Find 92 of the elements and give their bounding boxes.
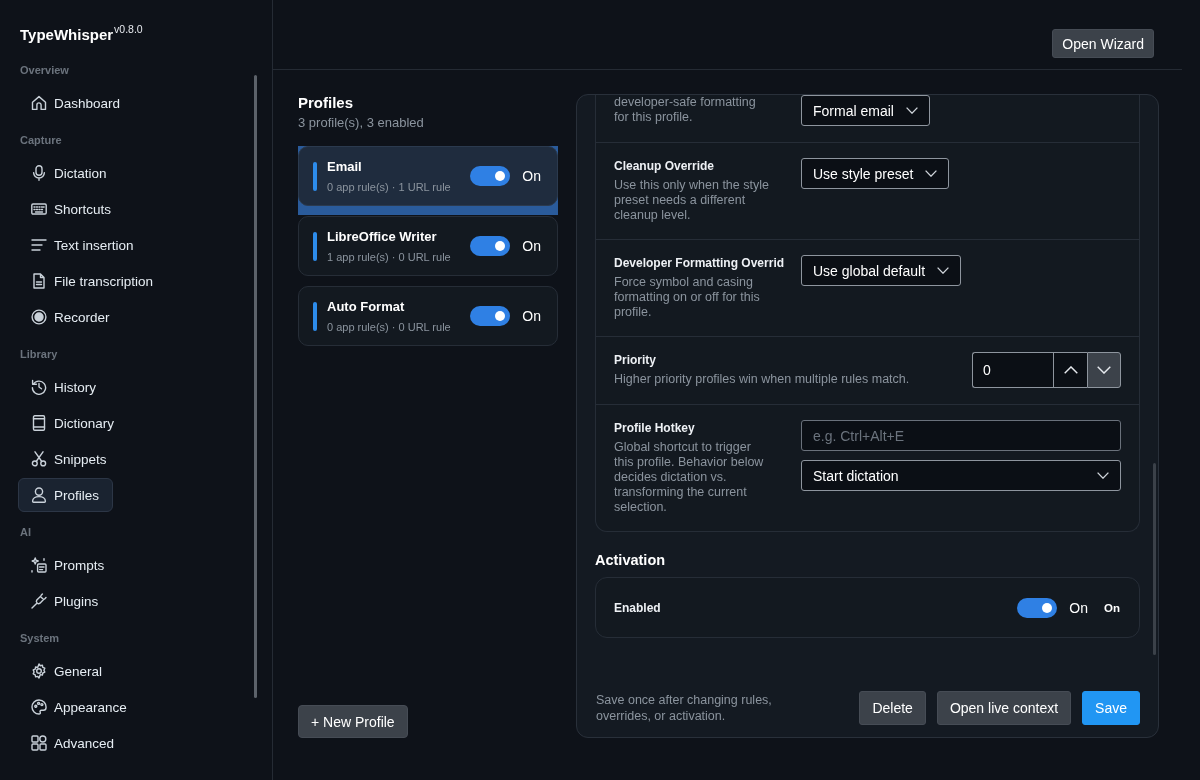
setting-description: Use this only when the style preset needs a different cleanup level. <box>614 178 770 223</box>
sparkle-document-icon <box>31 557 47 573</box>
section-title: Profiles <box>298 94 355 112</box>
profile-card[interactable]: LibreOffice Writer 1 app rule(s) · 0 URL rule On <box>298 216 558 276</box>
rule-summary: 0 app rule(s) · 1 URL rule <box>327 179 452 194</box>
chevron-up-icon <box>1063 366 1078 374</box>
chevron-down-icon <box>1097 366 1111 374</box>
history-icon <box>31 379 47 395</box>
document-icon <box>31 273 47 289</box>
rule-summary: 1 app rule(s) · 0 URL rule <box>327 249 452 264</box>
decrement-button[interactable] <box>1087 352 1121 388</box>
setting-label: Developer Formatting Overrid <box>614 255 786 271</box>
nav-item[interactable]: Dictation <box>18 156 121 190</box>
accent-bar <box>313 161 317 191</box>
nav-item[interactable]: Dashboard <box>18 86 135 120</box>
nav-item[interactable]: Shortcuts <box>18 192 126 226</box>
setting-label: Priority <box>614 352 657 368</box>
settings-icon <box>31 663 47 679</box>
toggle-switch[interactable] <box>470 236 511 256</box>
setting-description: Force symbol and casing formatting on or off for this profile. <box>614 275 761 320</box>
scrollbar-thumb[interactable] <box>254 75 257 698</box>
profile-name: Email <box>327 158 363 175</box>
scrollbar-thumb[interactable] <box>1153 463 1156 655</box>
nav-item[interactable]: Recorder <box>18 300 124 334</box>
setting-description: developer-safe formatting for this profile. <box>614 95 757 125</box>
section-heading: Overview <box>19 63 69 78</box>
nav-item[interactable]: Profiles <box>18 478 113 512</box>
nav-item[interactable]: File transcription <box>18 264 168 298</box>
person-icon <box>31 487 47 503</box>
dropdown[interactable]: Start dictation <box>801 460 1121 491</box>
nav-item[interactable]: Text insertion <box>18 228 148 262</box>
open-live-context-button[interactable]: Open live context <box>936 691 1072 725</box>
section-heading: Library <box>19 347 58 362</box>
nav-item[interactable]: General <box>18 654 117 688</box>
palette-icon <box>31 699 47 715</box>
footer-note: Save once after changing rules, overrides, or activation. <box>596 692 773 724</box>
scissors-icon <box>31 451 47 467</box>
dropdown[interactable]: Use style preset <box>801 158 950 189</box>
nav-item[interactable]: Appearance <box>18 690 141 724</box>
increment-button[interactable] <box>1053 352 1087 388</box>
nav-item[interactable]: Advanced <box>18 726 129 760</box>
profile-card[interactable]: Email 0 app rule(s) · 1 URL rule On <box>298 146 558 206</box>
delete-button[interactable]: Delete <box>859 691 926 725</box>
toggle-label: On <box>1069 599 1088 616</box>
profile-count: 3 profile(s), 3 enabled <box>298 115 425 131</box>
chevron-down-icon <box>1097 472 1109 479</box>
section-heading: AI <box>19 525 31 540</box>
section-title: Activation <box>595 551 666 569</box>
toggle-label: On <box>522 168 541 184</box>
setting-label: Cleanup Override <box>614 158 716 174</box>
setting-label: Profile Hotkey <box>614 420 696 436</box>
setting-description: Higher priority profiles win when multiple rules match. <box>614 372 911 387</box>
profile-name: LibreOffice Writer <box>327 228 438 245</box>
text-lines-icon <box>31 237 47 253</box>
hotkey-input[interactable]: e.g. Ctrl+Alt+E <box>801 420 1121 451</box>
number-input[interactable]: 0 <box>972 352 1053 388</box>
new-profile-button[interactable]: + New Profile <box>298 705 408 738</box>
profile-name: Auto Format <box>327 298 406 315</box>
rule-summary: 0 app rule(s) · 0 URL rule <box>327 319 452 334</box>
toggle-switch[interactable] <box>470 166 511 186</box>
toggle-switch[interactable] <box>470 306 511 326</box>
open-wizard-button[interactable]: Open Wizard <box>1052 29 1154 58</box>
nav-item[interactable]: Snippets <box>18 442 121 476</box>
chevron-down-icon <box>905 107 918 114</box>
nav-item[interactable]: History <box>18 370 110 404</box>
toggle-label: On <box>522 308 541 324</box>
accent-bar <box>313 231 317 261</box>
record-icon <box>31 309 47 325</box>
microphone-icon <box>31 165 47 181</box>
section-heading: Capture <box>19 133 62 148</box>
chevron-down-icon <box>925 170 938 177</box>
profile-card[interactable]: Auto Format 0 app rule(s) · 0 URL rule On <box>298 286 558 346</box>
nav-item[interactable]: Prompts <box>18 548 119 582</box>
app-title: TypeWhisper <box>20 26 114 44</box>
toggle-label: On <box>522 238 541 254</box>
dropdown[interactable]: Use global default <box>801 255 962 286</box>
keyboard-icon <box>31 201 47 217</box>
accent-bar <box>313 301 317 331</box>
nav-item[interactable]: Plugins <box>18 584 113 618</box>
book-icon <box>31 415 47 431</box>
status-label: On <box>1104 601 1120 614</box>
shapes-icon <box>31 735 47 751</box>
section-heading: System <box>19 631 60 646</box>
toggle-switch[interactable] <box>1017 597 1058 618</box>
setting-description: Global shortcut to trigger this profile. Behavior below decides dictation vs. transforming the current selection. <box>614 440 765 515</box>
plug-icon <box>31 593 47 609</box>
chevron-down-icon <box>937 267 950 274</box>
setting-label: Enabled <box>614 600 662 615</box>
nav-item[interactable]: Dictionary <box>18 406 129 440</box>
home-icon <box>31 95 47 111</box>
dropdown[interactable]: Formal email <box>801 95 930 126</box>
version-label: v0.8.0 <box>114 23 143 35</box>
